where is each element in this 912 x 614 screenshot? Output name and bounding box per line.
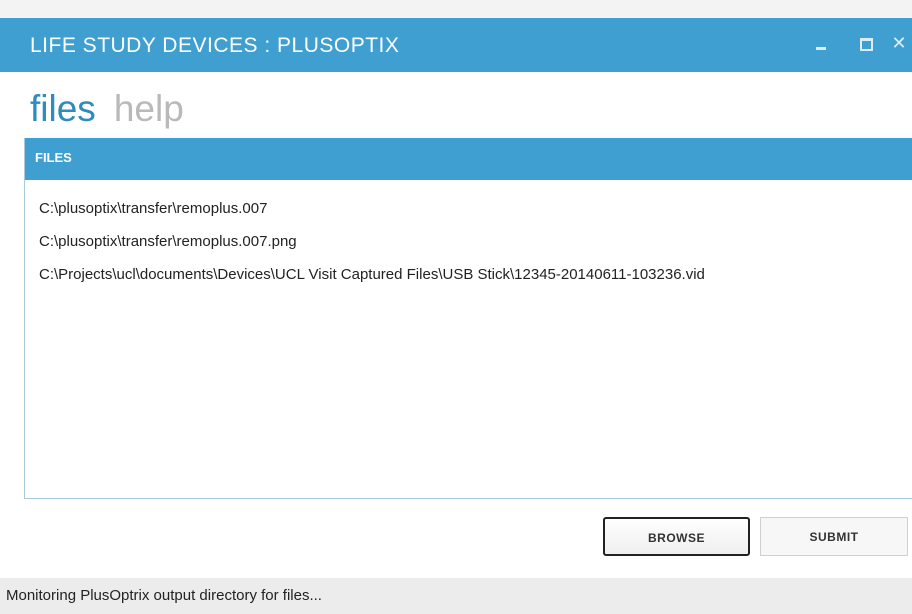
nav-item-help[interactable]: help <box>114 86 184 132</box>
status-bar: Monitoring PlusOptrix output directory f… <box>0 578 912 614</box>
file-list-item[interactable]: C:\Projects\ucl\documents\Devices\UCL Vi… <box>39 258 893 291</box>
files-panel-header: FILES <box>25 138 912 180</box>
files-panel: FILES C:\plusoptix\transfer\remoplus.007… <box>24 138 912 499</box>
browse-button[interactable]: BROWSE <box>603 517 750 556</box>
main-nav: files help <box>30 86 184 142</box>
title-bar[interactable]: LIFE STUDY DEVICES : PLUSOPTIX ✕ <box>0 18 912 72</box>
window-title: LIFE STUDY DEVICES : PLUSOPTIX <box>30 34 400 57</box>
maximize-icon[interactable] <box>852 30 878 56</box>
app-window: LIFE STUDY DEVICES : PLUSOPTIX ✕ files h… <box>0 18 912 614</box>
file-list-item[interactable]: C:\plusoptix\transfer\remoplus.007 <box>39 192 893 225</box>
submit-button[interactable]: SUBMIT <box>760 517 908 556</box>
file-list-item[interactable]: C:\plusoptix\transfer\remoplus.007.png <box>39 225 893 258</box>
files-panel-title: FILES <box>35 150 72 165</box>
minimize-icon[interactable] <box>808 30 834 56</box>
file-list[interactable]: C:\plusoptix\transfer\remoplus.007 C:\pl… <box>39 192 893 291</box>
close-icon[interactable]: ✕ <box>886 30 912 56</box>
status-text: Monitoring PlusOptrix output directory f… <box>6 587 322 604</box>
screen-top-strip <box>0 0 912 18</box>
nav-item-files[interactable]: files <box>30 86 96 132</box>
